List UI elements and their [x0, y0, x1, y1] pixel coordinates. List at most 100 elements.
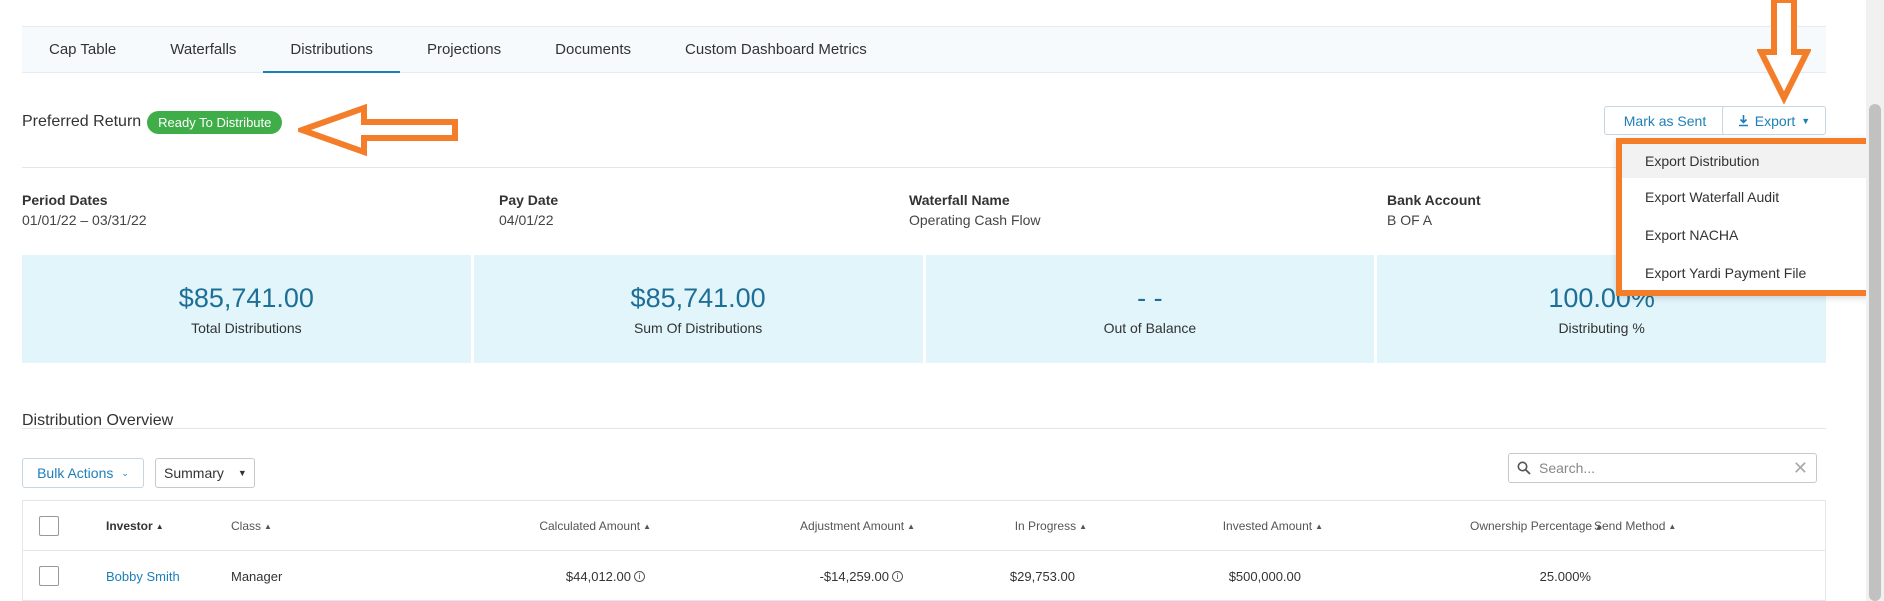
- column-header-adjustment-amount[interactable]: Adjustment Amount ▲: [723, 501, 915, 551]
- column-label: Calculated Amount: [539, 519, 641, 533]
- calculated-amount-cell: $44,012.00 i: [483, 551, 645, 601]
- column-label: Ownership Percentage: [1470, 519, 1593, 533]
- sort-asc-icon: ▲: [1315, 521, 1323, 531]
- column-label: Adjustment Amount: [800, 519, 905, 533]
- stat-value: $85,741.00: [178, 282, 314, 313]
- tab-distributions[interactable]: Distributions: [263, 27, 400, 73]
- top-bar: [0, 0, 1884, 26]
- clear-icon[interactable]: ✕: [1793, 458, 1808, 479]
- stat-sum-of-distributions: $85,741.00 Sum Of Distributions: [473, 255, 923, 363]
- header-divider: [22, 167, 1826, 168]
- meta-period-dates: Period Dates 01/01/22 – 03/31/22: [22, 192, 147, 228]
- tab-waterfalls[interactable]: Waterfalls: [143, 27, 263, 72]
- column-header-ownership-percentage[interactable]: Ownership Percentage ▲: [1403, 501, 1603, 551]
- ownership-percentage-cell: 25.000%: [1539, 568, 1591, 584]
- column-label: Class: [231, 519, 262, 533]
- in-progress-cell: $29,753.00: [1009, 568, 1075, 584]
- meta-value: B OF A: [1387, 212, 1433, 228]
- caret-down-icon: ▼: [237, 468, 247, 478]
- section-divider: [22, 428, 1826, 429]
- info-icon[interactable]: i: [634, 570, 645, 582]
- class-cell: Manager: [231, 568, 283, 584]
- adjustment-amount-value: -$14,259.00: [819, 568, 889, 584]
- sort-asc-icon: ▲: [155, 521, 164, 531]
- meta-bank-account: Bank Account B OF A: [1387, 192, 1481, 228]
- adjustment-amount-cell: -$14,259.00 i: [723, 551, 903, 601]
- distribution-table: Investor ▲ Class ▲ Calculated Amount ▲ Adju…: [22, 500, 1826, 601]
- sort-asc-icon: ▲: [1668, 521, 1677, 531]
- stat-label: Sum Of Distributions: [633, 319, 763, 336]
- investor-link[interactable]: Bobby Smith: [106, 551, 180, 601]
- menu-item-export-waterfall-audit[interactable]: Export Waterfall Audit: [1622, 178, 1874, 216]
- checkbox[interactable]: [39, 516, 59, 536]
- bulk-actions-label: Bulk Actions: [37, 465, 114, 481]
- meta-waterfall-name: Waterfall Name Operating Cash Flow: [909, 192, 1041, 228]
- select-all-checkbox[interactable]: [39, 501, 59, 551]
- meta-label: Waterfall Name: [909, 192, 1010, 208]
- column-header-invested-amount[interactable]: Invested Amount ▲: [1153, 501, 1323, 551]
- menu-item-export-yardi-payment-file[interactable]: Export Yardi Payment File: [1622, 254, 1874, 292]
- export-button[interactable]: Export ▼: [1722, 106, 1826, 135]
- column-header-send-method[interactable]: Send Method ▲: [1594, 501, 1676, 551]
- info-icon[interactable]: i: [892, 570, 903, 582]
- table-row: Bobby Smith Manager $44,012.00 i -$14,259…: [23, 551, 1825, 601]
- meta-label: Pay Date: [499, 192, 559, 208]
- annotation-arrow-down-icon: [1757, 0, 1811, 104]
- summary-label: Summary: [164, 465, 224, 481]
- meta-value: 04/01/22: [499, 212, 554, 228]
- mark-as-sent-button[interactable]: Mark as Sent: [1604, 106, 1726, 135]
- sort-asc-icon: ▲: [907, 521, 915, 531]
- column-label: Investor: [106, 519, 153, 533]
- caret-down-icon: ▼: [1801, 115, 1811, 126]
- column-label: In Progress: [1014, 519, 1077, 533]
- stat-value: $85,741.00: [630, 282, 766, 313]
- menu-item-export-nacha[interactable]: Export NACHA: [1622, 216, 1874, 254]
- meta-value: 01/01/22 – 03/31/22: [22, 212, 147, 228]
- stat-value: - -: [1137, 282, 1163, 313]
- tab-cap-table[interactable]: Cap Table: [22, 27, 143, 72]
- stat-out-of-balance: - - Out of Balance: [925, 255, 1375, 363]
- row-checkbox[interactable]: [39, 551, 59, 601]
- export-dropdown-menu: Export Distribution Export Waterfall Aud…: [1616, 138, 1880, 296]
- scrollbar-thumb[interactable]: [1869, 104, 1881, 601]
- search-icon: [1517, 461, 1531, 475]
- summary-select[interactable]: Summary ▼: [155, 458, 255, 488]
- menu-item-export-distribution[interactable]: Export Distribution: [1622, 144, 1874, 178]
- stat-label: Distributing %: [1558, 319, 1645, 336]
- page-title: Preferred Return: [22, 113, 142, 130]
- stats-panel: $85,741.00 Total Distributions $85,741.0…: [22, 255, 1826, 363]
- stat-label: Out of Balance: [1103, 319, 1197, 336]
- search-input[interactable]: [1539, 460, 1785, 476]
- checkbox[interactable]: [39, 566, 59, 586]
- column-label: Send Method: [1594, 519, 1666, 533]
- column-header-class[interactable]: Class ▲: [231, 501, 272, 551]
- bulk-actions-button[interactable]: Bulk Actions ⌄: [22, 458, 144, 488]
- tab-projections[interactable]: Projections: [400, 27, 528, 72]
- sort-asc-icon: ▲: [264, 521, 272, 531]
- tab-documents[interactable]: Documents: [528, 27, 658, 72]
- column-header-in-progress[interactable]: In Progress ▲: [963, 501, 1087, 551]
- tab-bar: Cap Table Waterfalls Distributions Proje…: [22, 26, 1826, 73]
- download-icon: [1738, 114, 1748, 126]
- sort-asc-icon: ▲: [643, 521, 651, 531]
- column-header-calculated-amount[interactable]: Calculated Amount ▲: [483, 501, 651, 551]
- chevron-down-icon: ⌄: [121, 467, 129, 478]
- calculated-amount-value: $44,012.00: [565, 568, 631, 584]
- export-label: Export: [1754, 112, 1796, 129]
- page-header: Preferred Return Ready To Distribute: [22, 104, 283, 140]
- column-label: Invested Amount: [1222, 519, 1313, 533]
- stat-total-distributions: $85,741.00 Total Distributions: [22, 255, 471, 363]
- tab-custom-dashboard-metrics[interactable]: Custom Dashboard Metrics: [658, 27, 894, 72]
- stat-label: Total Distributions: [191, 319, 302, 336]
- column-header-investor[interactable]: Investor ▲: [106, 501, 164, 551]
- meta-pay-date: Pay Date 04/01/22: [499, 192, 558, 228]
- table-header-row: Investor ▲ Class ▲ Calculated Amount ▲ Adju…: [23, 501, 1825, 551]
- status-badge: Ready To Distribute: [147, 110, 283, 134]
- meta-value: Operating Cash Flow: [909, 212, 1041, 228]
- invested-amount-cell: $500,000.00: [1228, 568, 1301, 584]
- annotation-arrow-left-icon: [298, 104, 458, 156]
- vertical-scrollbar[interactable]: [1866, 0, 1884, 601]
- search-box: ✕: [1508, 453, 1817, 483]
- meta-label: Bank Account: [1387, 192, 1481, 208]
- sort-asc-icon: ▲: [1079, 521, 1087, 531]
